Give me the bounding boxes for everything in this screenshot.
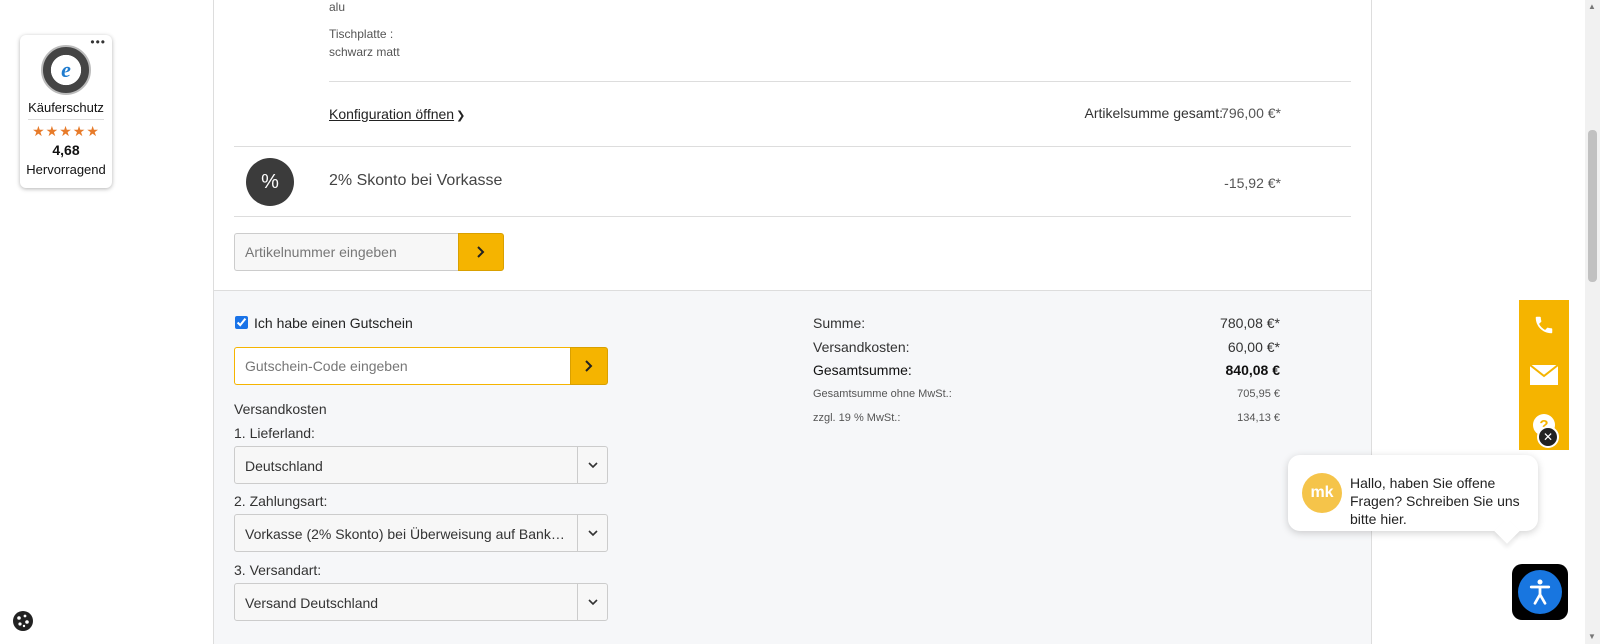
- payment-label: 2. Zahlungsart:: [234, 493, 328, 509]
- page-scrollbar[interactable]: ▲ ▼: [1585, 0, 1600, 644]
- article-number-submit-button[interactable]: [458, 233, 504, 271]
- trusted-shops-seal-icon: e: [41, 45, 91, 95]
- spec-label-tabletop: Tischplatte :: [329, 27, 394, 41]
- chat-prompt-message: Hallo, haben Sie offene Fragen? Schreibe…: [1350, 475, 1520, 527]
- shipping-method-select-value: Versand Deutschland: [245, 595, 379, 611]
- sum-value: 780,08 €*: [1220, 315, 1280, 331]
- voucher-checkbox-label: Ich habe einen Gutschein: [254, 315, 413, 331]
- chevron-right-icon: [585, 360, 593, 372]
- percent-icon: %: [246, 158, 294, 206]
- chat-avatar: mk: [1302, 473, 1342, 513]
- spec-value-frame: alu: [329, 0, 346, 14]
- accessibility-button[interactable]: [1512, 564, 1568, 620]
- vat-label: zzgl. 19 % MwSt.:: [813, 412, 901, 424]
- shipping-cost-value: 60,00 €*: [1227, 339, 1280, 355]
- total-label: Gesamtsumme:: [813, 362, 912, 378]
- sum-label: Summe:: [813, 315, 866, 331]
- article-number-input[interactable]: [234, 233, 458, 271]
- divider: [329, 81, 1351, 82]
- chevron-down-icon: [577, 584, 607, 620]
- cookie-settings-button[interactable]: [10, 608, 35, 633]
- country-select[interactable]: Deutschland: [234, 446, 608, 484]
- divider: [234, 146, 1351, 147]
- config-open-label: Konfiguration öffnen: [329, 106, 455, 122]
- phone-button[interactable]: [1519, 300, 1569, 350]
- country-select-value: Deutschland: [245, 458, 323, 474]
- divider: [28, 119, 104, 120]
- country-label: 1. Lieferland:: [234, 425, 315, 441]
- shipping-method-select[interactable]: Versand Deutschland: [234, 583, 608, 621]
- phone-icon: [1535, 316, 1553, 334]
- scroll-down-icon[interactable]: ▼: [1588, 632, 1596, 641]
- divider: [234, 216, 1351, 217]
- config-open-link[interactable]: Konfiguration öffnen ❯: [329, 106, 465, 122]
- vat-value: 134,13 €: [1237, 412, 1280, 424]
- chevron-right-icon: ❯: [456, 110, 466, 122]
- chevron-down-icon: [577, 515, 607, 551]
- close-icon[interactable]: ✕: [1537, 426, 1559, 448]
- article-sum-value: 796,00 €*: [1221, 105, 1281, 121]
- chat-prompt-bubble[interactable]: mk Hallo, haben Sie offene Fragen? Schre…: [1288, 455, 1538, 531]
- rating-grade: Hervorragend: [26, 162, 106, 177]
- payment-select[interactable]: Vorkasse (2% Skonto) bei Überweisung auf…: [234, 514, 608, 552]
- cookie-icon: [12, 610, 33, 631]
- chevron-down-icon: [577, 447, 607, 483]
- total-value: 840,08 €: [1225, 362, 1281, 378]
- mail-icon: [1530, 365, 1558, 385]
- payment-select-value: Vorkasse (2% Skonto) bei Überweisung auf…: [245, 526, 565, 542]
- rating-stars-icon: ★★★★★: [32, 123, 100, 139]
- net-total-value: 705,95 €: [1237, 388, 1280, 400]
- scrollbar-thumb[interactable]: [1588, 130, 1597, 282]
- spec-value-tabletop: schwarz matt: [329, 45, 400, 59]
- skonto-label: 2% Skonto bei Vorkasse: [329, 172, 503, 189]
- more-options-icon[interactable]: •••: [90, 35, 106, 49]
- trusted-shops-badge[interactable]: ••• e Käuferschutz ★★★★★ 4,68 Hervorrage…: [20, 35, 112, 188]
- voucher-submit-button[interactable]: [570, 347, 608, 385]
- buyer-protection-label: Käuferschutz: [28, 100, 104, 115]
- shipping-title: Versandkosten: [234, 401, 327, 417]
- net-total-label: Gesamtsumme ohne MwSt.:: [813, 388, 952, 400]
- voucher-checkbox[interactable]: [235, 316, 248, 329]
- voucher-code-input[interactable]: [234, 347, 570, 385]
- seal-letter: e: [61, 57, 71, 82]
- scroll-up-icon[interactable]: ▲: [1588, 2, 1596, 11]
- shipping-method-label: 3. Versandart:: [234, 562, 322, 578]
- cart-summary-section: Ich habe einen Gutschein Versandkosten 1…: [214, 290, 1371, 644]
- rating-score: 4,68: [52, 142, 80, 158]
- cart-main-panel: alu Tischplatte : schwarz matt Konfigura…: [213, 0, 1372, 644]
- accessibility-icon: [1518, 570, 1562, 614]
- email-button[interactable]: [1519, 350, 1569, 400]
- skonto-value: -15,92 €*: [1224, 175, 1281, 191]
- chevron-right-icon: [477, 246, 485, 258]
- shipping-cost-label: Versandkosten:: [813, 339, 910, 355]
- article-sum-label: Artikelsumme gesamt:: [1084, 105, 1223, 121]
